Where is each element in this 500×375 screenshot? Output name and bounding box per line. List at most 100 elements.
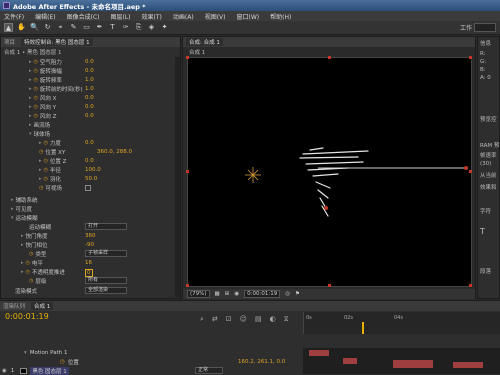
stopwatch-icon[interactable]: ◷ — [44, 176, 48, 182]
layer-handle[interactable] — [328, 56, 331, 59]
hand-tool-icon[interactable]: ✋ — [17, 23, 26, 32]
param-row[interactable]: ▸ ◷ 力度 — [39, 139, 61, 147]
time-ruler[interactable]: 0s 02s 04s — [303, 312, 500, 334]
twirl-icon[interactable]: ▸ — [29, 122, 32, 128]
puppet-tool-icon[interactable]: ✦ — [160, 23, 169, 32]
preview-tab[interactable]: 预览控 — [480, 115, 497, 123]
text-size-icon[interactable]: T — [480, 227, 485, 236]
twirl-icon[interactable]: ▾ — [29, 131, 32, 137]
param-value[interactable]: -90 — [85, 242, 94, 248]
zoom-dropdown[interactable]: (79%) — [187, 290, 210, 298]
twirl-icon[interactable]: ▸ — [21, 242, 24, 248]
stopwatch-icon[interactable]: ◷ — [44, 167, 48, 173]
menu-help[interactable]: 帮助(H) — [270, 12, 291, 21]
twirl-icon[interactable]: ▸ — [39, 140, 42, 146]
frame-blend-icon[interactable]: ▤ — [255, 315, 262, 324]
layer-row[interactable]: ▾ Motion Path 1 — [24, 348, 327, 357]
position-value[interactable]: 160.2, 261.1, 0.0 — [238, 359, 285, 365]
param-group[interactable]: ▾ 球体场 — [29, 130, 50, 138]
param-group[interactable]: ▸ 画流场 — [29, 121, 50, 129]
keyframe-bar[interactable] — [309, 350, 329, 356]
twirl-icon[interactable]: ▸ — [29, 86, 32, 92]
stopwatch-icon[interactable]: ◷ — [34, 104, 38, 110]
param-row[interactable]: 渲染模式 — [15, 287, 37, 295]
param-row[interactable]: ▸ ◷ 羽化 — [39, 175, 61, 183]
menu-effect[interactable]: 效果(T) — [142, 12, 162, 21]
keyframe-bar[interactable] — [393, 360, 433, 368]
layer-row[interactable]: ◉ 1 黑色 固态层 1 — [2, 366, 182, 375]
tab-effect-controls[interactable]: 特效控制台: 黑色 固态层 1 — [21, 38, 93, 46]
workspace-dropdown[interactable] — [474, 23, 496, 32]
param-value[interactable]: 0.0 — [85, 59, 94, 65]
menu-composition[interactable]: 图像合成(C) — [67, 12, 100, 21]
layer-handle[interactable] — [186, 56, 189, 59]
stopwatch-icon[interactable]: ◷ — [26, 260, 30, 266]
channel-icon[interactable]: ⚑ — [295, 291, 300, 297]
grid-icon[interactable]: ▦ — [215, 291, 220, 297]
stopwatch-icon[interactable]: ◷ — [34, 95, 38, 101]
twirl-icon[interactable]: ▸ — [21, 269, 24, 275]
param-value[interactable]: 0.0 — [85, 158, 94, 164]
param-value[interactable]: 16 — [85, 260, 92, 266]
layer-handle[interactable] — [469, 56, 472, 59]
param-group[interactable]: ▾ 运动模糊 — [11, 214, 38, 222]
param-row[interactable]: ▸ ◷ 旋转前的时间(秒) — [29, 85, 83, 93]
param-value[interactable]: 0.0 — [85, 104, 94, 110]
param-row[interactable]: ▸ ◷ 半径 — [39, 166, 61, 174]
layer-handle[interactable] — [328, 284, 331, 287]
twirl-icon[interactable]: ▾ — [24, 350, 27, 356]
character-tab[interactable]: 字符 — [480, 207, 491, 215]
param-row[interactable]: ▸ ◷ 风向 Z — [29, 112, 56, 120]
stopwatch-icon[interactable]: ◷ — [39, 185, 43, 191]
stopwatch-icon[interactable]: ◷ — [39, 149, 43, 155]
stopwatch-icon[interactable]: ◷ — [34, 68, 38, 74]
param-row[interactable]: ◷ 类型 — [29, 250, 46, 258]
param-value[interactable]: 360.0, 288.0 — [97, 149, 132, 155]
type-dropdown[interactable]: 子帧采样 — [85, 250, 127, 257]
effect-panel-scrollbar[interactable] — [175, 57, 180, 297]
menu-view[interactable]: 视图(V) — [205, 12, 226, 21]
param-row[interactable]: ▸ 快门相位 — [21, 241, 48, 249]
tab-composition[interactable]: 合成: 合成 1 — [186, 38, 223, 46]
pen-tool-icon[interactable]: ✒ — [95, 23, 104, 32]
param-value[interactable]: 0.0 — [85, 140, 94, 146]
twirl-icon[interactable]: ▸ — [39, 167, 42, 173]
composition-viewer[interactable] — [186, 56, 472, 287]
search-icon[interactable]: ⌕ — [200, 315, 204, 324]
info-tab[interactable]: 信息 — [480, 39, 491, 47]
twirl-icon[interactable]: ▸ — [11, 197, 14, 203]
graph-editor-icon[interactable]: ⧖ — [284, 315, 289, 324]
selection-tool-icon[interactable]: ▲ — [4, 23, 13, 32]
twirl-icon[interactable]: ▸ — [29, 77, 32, 83]
layer-name[interactable]: 黑色 固态层 1 — [30, 366, 69, 375]
layer-name[interactable]: Motion Path 1 — [30, 350, 68, 356]
menu-file[interactable]: 文件(F) — [4, 12, 24, 21]
comp-flow-icon[interactable]: ⇄ — [212, 315, 218, 324]
param-value[interactable]: 0.0 — [85, 95, 94, 101]
param-value[interactable]: 360 — [85, 233, 96, 239]
param-row[interactable]: 运动模糊 — [29, 223, 51, 231]
tab-comp-1[interactable]: 合成 1 — [31, 302, 54, 310]
param-row[interactable]: ▸ ◷ 位置 Z — [39, 157, 66, 165]
param-value[interactable]: 0.0 — [85, 68, 94, 74]
param-row[interactable]: ◷ 位置 XY — [39, 148, 65, 156]
param-row[interactable]: ▸ ◷ 旋转频率 — [29, 76, 62, 84]
tab-project[interactable]: 项目 — [4, 38, 15, 46]
motion-blur-icon[interactable]: ◐ — [270, 315, 276, 324]
param-row[interactable]: ▸ ◷ 旋转振幅 — [29, 67, 62, 75]
region-icon[interactable]: ⊞ — [225, 291, 230, 297]
shy-icon[interactable]: ☺ — [240, 315, 247, 324]
param-row[interactable]: ◷ 层级 — [29, 277, 46, 285]
keyframe-bar[interactable] — [453, 362, 483, 368]
camera-icon[interactable]: ◎ — [285, 291, 290, 297]
layer-handle[interactable] — [469, 284, 472, 287]
blend-mode-dropdown[interactable]: 正常 — [195, 367, 223, 374]
param-row[interactable]: ▸ 快门角度 — [21, 232, 48, 240]
param-row[interactable]: ▸ ◷ 风向 X — [29, 94, 56, 102]
layer-handle[interactable] — [186, 170, 189, 173]
menu-layer[interactable]: 图层(L) — [111, 12, 131, 21]
param-row[interactable]: ▸ ◷ 电平 — [21, 259, 43, 267]
stopwatch-icon[interactable]: ◷ — [34, 59, 38, 65]
current-time[interactable]: 0:00:01:19 — [5, 312, 49, 321]
pan-behind-tool-icon[interactable]: ✎ — [69, 23, 78, 32]
